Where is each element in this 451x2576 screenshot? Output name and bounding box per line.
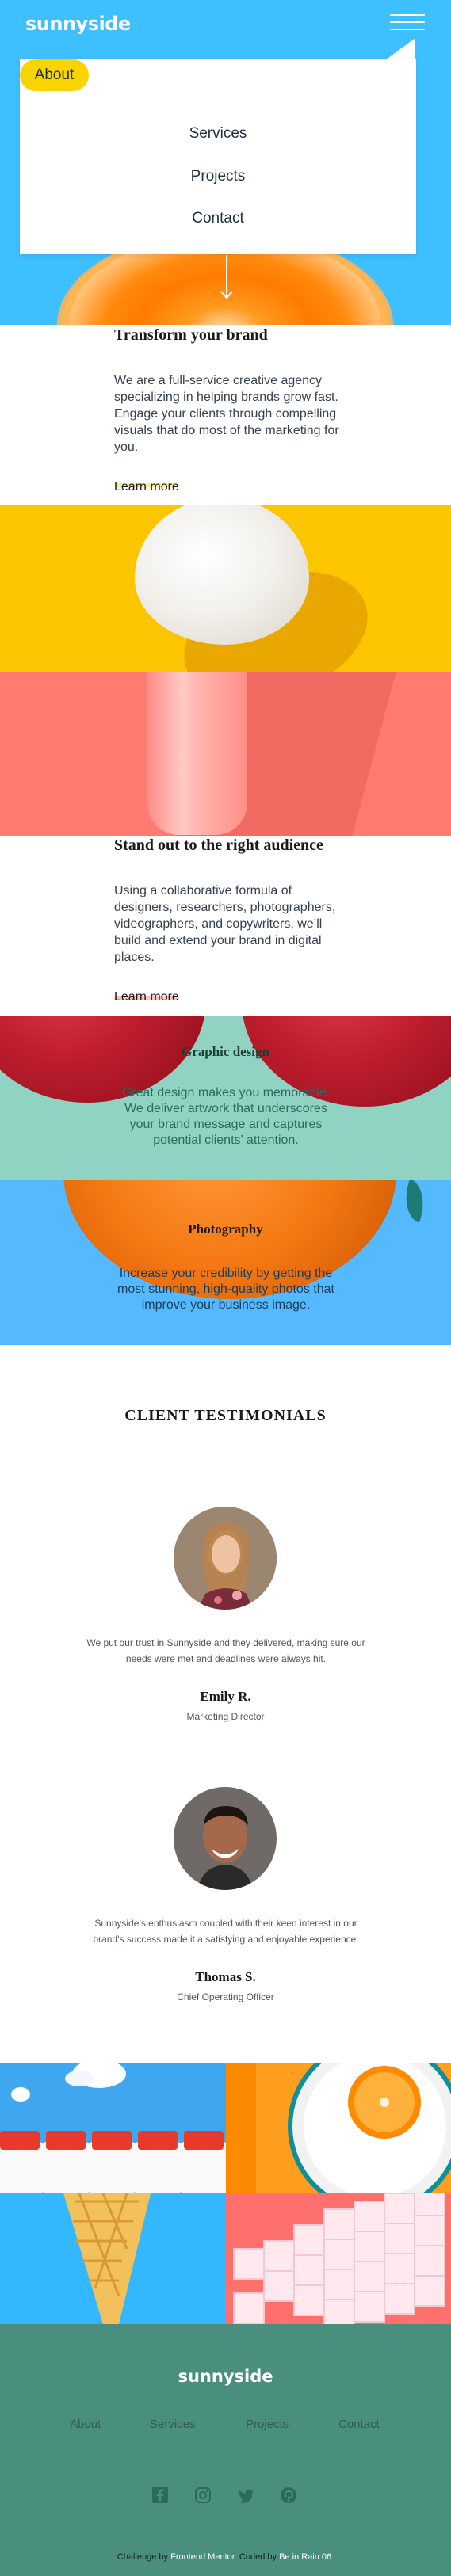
avatar-thomas <box>174 1787 277 1890</box>
attribution: Challenge by Frontend Mentor. Coded by B… <box>0 2552 451 2562</box>
testimonial-name: Emily R. <box>200 1689 251 1704</box>
section-title: Transform your brand <box>114 326 268 344</box>
testimonial-role: Marketing Director <box>186 1711 265 1722</box>
service-title: Graphic design <box>182 1044 269 1059</box>
egg <box>135 505 309 645</box>
gallery-orange-plate <box>226 2063 451 2193</box>
testimonial-role: Chief Operating Officer <box>177 1991 274 2002</box>
footer-link-services[interactable]: Services <box>150 2418 196 2431</box>
menu-item-contact[interactable]: Contact <box>20 210 416 227</box>
hamburger-menu-icon[interactable] <box>390 14 425 33</box>
avatar-thomas-image <box>174 1787 277 1890</box>
menu-item-about[interactable]: About <box>20 59 89 91</box>
stand-out-section: Stand out to the right audience Using a … <box>0 836 451 1016</box>
footer: sunnyside About Services Projects Contac… <box>0 2324 451 2576</box>
transform-brand-section: Transform your brand We are a full-servi… <box>0 325 451 505</box>
instagram-icon[interactable] <box>194 2486 212 2504</box>
egg-image <box>0 505 451 672</box>
arrow-down-icon[interactable] <box>220 255 233 299</box>
dropdown-menu: About Services Projects Contact <box>20 59 416 254</box>
facebook-icon[interactable] <box>151 2486 169 2504</box>
cup-image <box>0 672 451 836</box>
service-title: Photography <box>188 1221 263 1237</box>
section-body: Using a collaborative formula of designe… <box>114 884 336 964</box>
attribution-prefix: Challenge by <box>117 2552 171 2562</box>
twitter-icon[interactable] <box>237 2486 254 2504</box>
learn-more-link[interactable]: Learn more <box>114 480 179 494</box>
testimonials-title: CLIENT TESTIMONIALS <box>124 1407 327 1424</box>
cup <box>147 672 247 835</box>
menu-item-projects[interactable]: Projects <box>20 168 416 185</box>
leaf <box>396 1180 433 1223</box>
menu-pointer <box>385 38 415 60</box>
gallery-sugar-cubes <box>226 2193 451 2324</box>
author-link[interactable]: Be in Rain 06 <box>279 2552 331 2562</box>
gallery-milk-bottles <box>0 2063 226 2193</box>
service-body: Increase your credibility by getting the… <box>117 1267 334 1312</box>
logo[interactable]: sunnyside <box>25 13 131 35</box>
footer-link-contact[interactable]: Contact <box>338 2418 380 2431</box>
graphic-design-card: Graphic design Great design makes you me… <box>0 1016 451 1180</box>
learn-more-link[interactable]: Learn more <box>114 990 179 1004</box>
section-body: We are a full-service creative agency sp… <box>114 374 339 454</box>
pinterest-icon[interactable] <box>280 2486 297 2504</box>
footer-logo[interactable]: sunnyside <box>0 2367 451 2386</box>
photography-card: Photography Increase your credibility by… <box>0 1180 451 1345</box>
gallery-ice-cream-cone <box>0 2193 226 2324</box>
avatar-emily <box>174 1507 277 1610</box>
footer-link-about[interactable]: About <box>70 2418 101 2431</box>
avatar-emily-image <box>174 1507 277 1610</box>
footer-link-projects[interactable]: Projects <box>246 2418 289 2431</box>
menu-item-services[interactable]: Services <box>20 125 416 143</box>
testimonial-quote: We put our trust in Sunnyside and they d… <box>86 1637 365 1664</box>
testimonial-quote: Sunnyside’s enthusiasm coupled with thei… <box>93 1918 359 1945</box>
attribution-middle: . Coded by <box>234 2552 280 2562</box>
frontend-mentor-link[interactable]: Frontend Mentor <box>170 2552 235 2562</box>
section-title: Stand out to the right audience <box>114 836 323 854</box>
service-body: Great design makes you memorable. We del… <box>121 1086 331 1147</box>
gallery <box>0 2063 451 2324</box>
testimonial-name: Thomas S. <box>195 1969 256 1984</box>
attribution-suffix: . <box>331 2552 334 2562</box>
